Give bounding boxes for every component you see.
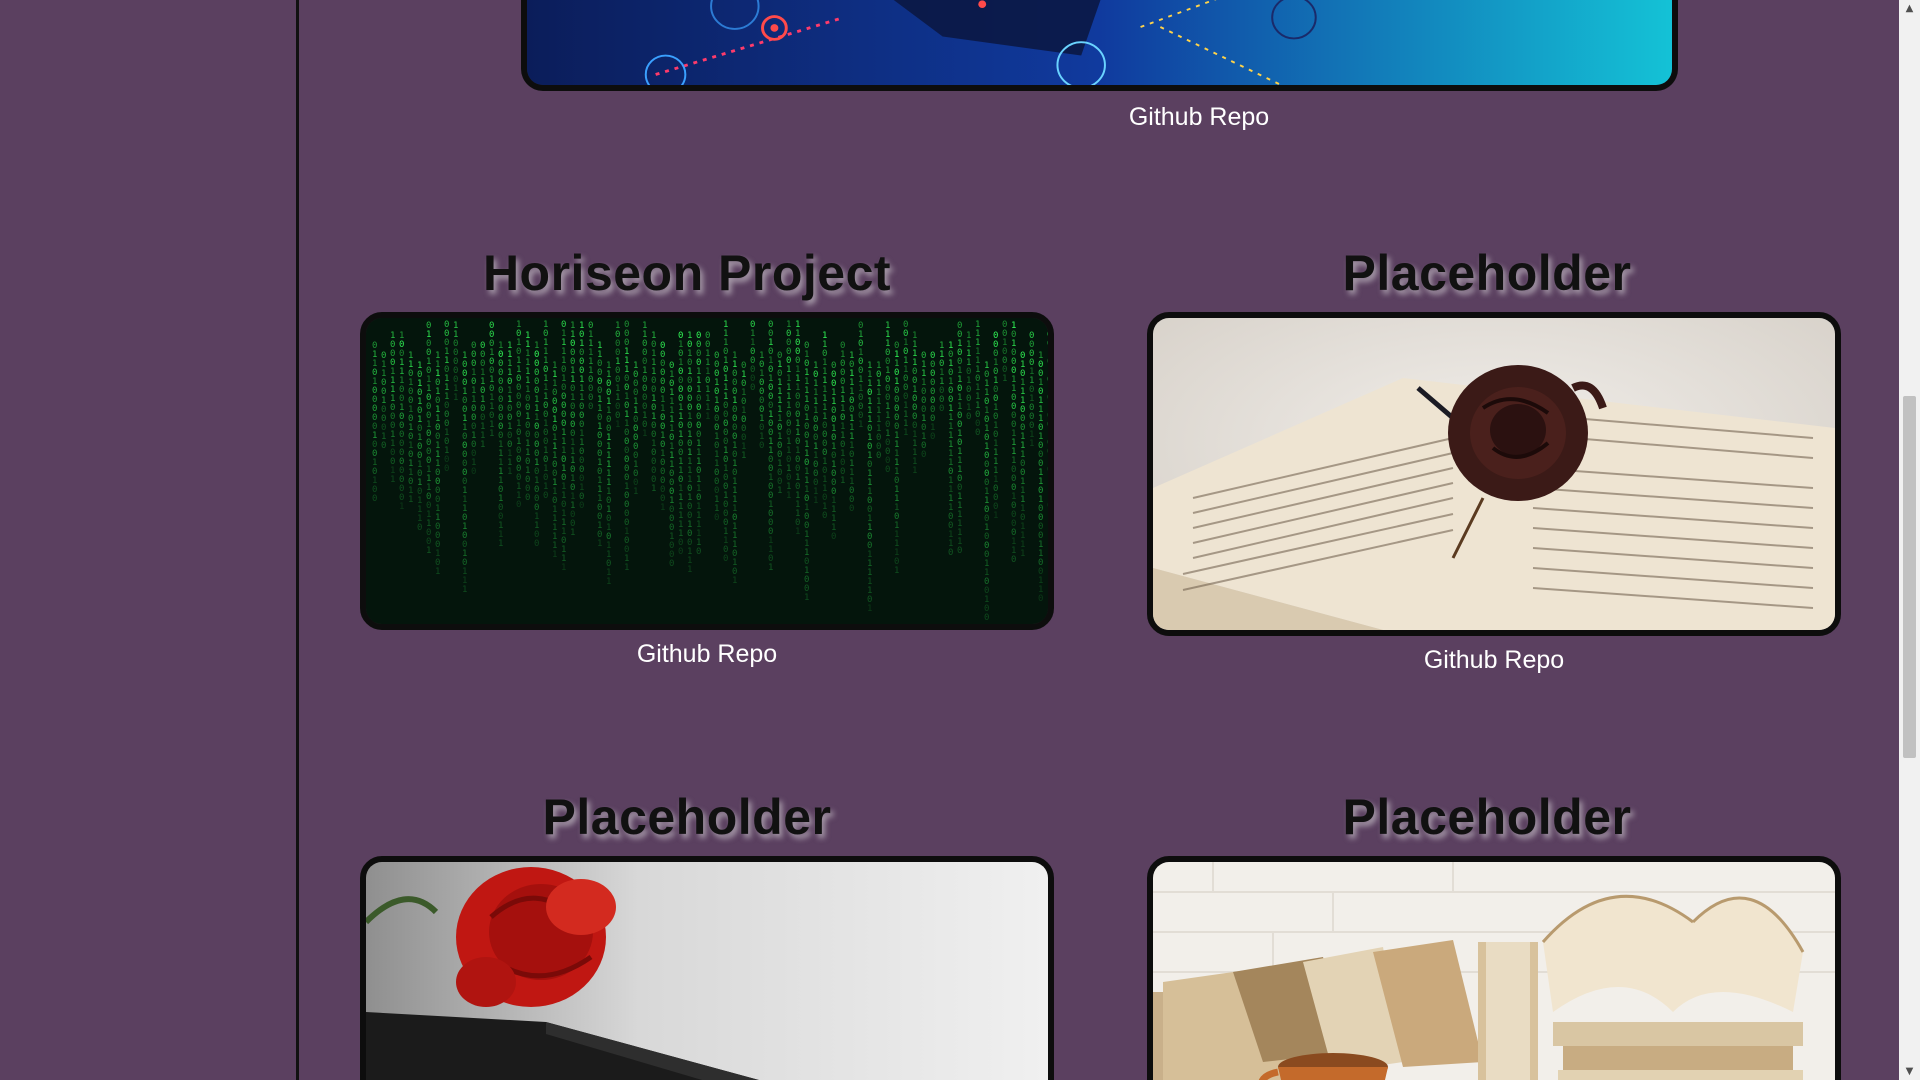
svg-text:1: 1	[687, 565, 692, 575]
svg-text:0: 0	[921, 450, 926, 460]
svg-text:0: 0	[678, 547, 683, 557]
svg-text:1: 1	[894, 566, 899, 576]
svg-text:0: 0	[831, 532, 836, 542]
svg-text:0: 0	[750, 383, 755, 393]
svg-text:1: 1	[651, 484, 656, 494]
svg-text:1: 1	[435, 567, 440, 577]
svg-text:1: 1	[732, 576, 737, 586]
project-title: Horiseon Project	[482, 245, 892, 301]
project-title: Placeholder	[1342, 245, 1632, 301]
svg-text:1: 1	[786, 491, 791, 501]
svg-text:1: 1	[489, 429, 494, 439]
github-repo-link[interactable]: Github Repo	[1099, 103, 1299, 132]
svg-text:1: 1	[804, 593, 809, 603]
sidebar	[0, 0, 299, 1080]
svg-text:1: 1	[624, 563, 629, 573]
svg-text:1: 1	[480, 440, 485, 450]
svg-text:0: 0	[669, 559, 674, 569]
project-image-dried-rose	[1147, 312, 1841, 636]
svg-text:0: 0	[579, 501, 584, 511]
svg-text:1: 1	[453, 393, 458, 403]
svg-text:0: 0	[723, 554, 728, 564]
svg-text:0: 0	[534, 539, 539, 549]
svg-text:1: 1	[1029, 439, 1034, 449]
svg-text:0: 0	[516, 500, 521, 510]
svg-text:0: 0	[372, 494, 377, 504]
svg-text:1: 1	[993, 511, 998, 521]
svg-text:0: 0	[525, 493, 530, 503]
svg-text:0: 0	[417, 523, 422, 533]
svg-text:0: 0	[939, 404, 944, 414]
project-image-tech	[521, 0, 1678, 91]
svg-text:1: 1	[660, 503, 665, 513]
svg-text:1: 1	[912, 466, 917, 476]
svg-text:1: 1	[777, 486, 782, 496]
svg-text:0: 0	[849, 504, 854, 514]
scroll-thumb[interactable]	[1903, 396, 1916, 758]
svg-text:1: 1	[768, 563, 773, 573]
svg-text:1: 1	[399, 502, 404, 512]
svg-text:0: 0	[381, 441, 386, 451]
svg-text:1: 1	[1047, 510, 1048, 520]
svg-text:1: 1	[903, 428, 908, 438]
svg-text:0: 0	[966, 412, 971, 422]
github-repo-link[interactable]: Github Repo	[1394, 646, 1594, 675]
svg-text:0: 0	[759, 441, 764, 451]
svg-text:1: 1	[552, 550, 557, 560]
svg-text:0: 0	[543, 491, 548, 501]
svg-text:1: 1	[1002, 374, 1007, 384]
svg-text:1: 1	[633, 487, 638, 497]
svg-text:0: 0	[588, 402, 593, 412]
svg-text:0: 0	[1038, 594, 1043, 604]
arrow-up-icon[interactable]: ▲	[1899, 0, 1920, 17]
svg-text:0: 0	[696, 547, 701, 557]
svg-text:1: 1	[642, 429, 647, 439]
svg-text:1: 1	[507, 467, 512, 477]
svg-text:1: 1	[858, 420, 863, 430]
svg-text:1: 1	[597, 539, 602, 549]
svg-text:1: 1	[813, 496, 818, 506]
svg-text:1: 1	[462, 585, 467, 595]
svg-text:1: 1	[606, 577, 611, 587]
svg-text:1: 1	[570, 528, 575, 538]
portfolio-main: Github Repo Horiseon Project 01101000001…	[302, 0, 1899, 1080]
svg-text:0: 0	[975, 428, 980, 438]
svg-text:0: 0	[957, 546, 962, 556]
project-image-red-rose	[360, 856, 1054, 1080]
svg-text:0: 0	[885, 465, 890, 475]
svg-text:1: 1	[426, 546, 431, 556]
vertical-scrollbar[interactable]: ▲ ▼	[1899, 0, 1920, 1080]
svg-text:1: 1	[840, 476, 845, 486]
arrow-down-icon[interactable]: ▼	[1899, 1063, 1920, 1080]
svg-text:1: 1	[561, 563, 566, 573]
svg-text:1: 1	[867, 604, 872, 614]
project-title: Placeholder	[1342, 789, 1632, 845]
github-repo-link[interactable]: Github Repo	[607, 640, 807, 669]
svg-text:0: 0	[930, 432, 935, 442]
svg-text:0: 0	[822, 511, 827, 521]
svg-text:0: 0	[1011, 555, 1016, 565]
svg-text:1: 1	[408, 495, 413, 505]
svg-text:0: 0	[948, 548, 953, 558]
svg-text:0: 0	[714, 513, 719, 523]
svg-text:1: 1	[795, 527, 800, 537]
project-image-matrix: 0110100000100101000110010001010001111000…	[360, 312, 1054, 630]
svg-text:0: 0	[984, 613, 989, 623]
svg-text:0: 0	[876, 451, 881, 461]
svg-text:1: 1	[498, 539, 503, 549]
svg-text:1: 1	[741, 451, 746, 461]
svg-text:1: 1	[615, 420, 620, 430]
svg-text:1: 1	[1020, 549, 1025, 559]
svg-text:1: 1	[705, 412, 710, 422]
svg-text:1: 1	[390, 475, 395, 485]
svg-text:0: 0	[471, 467, 476, 477]
project-title: Placeholder	[542, 789, 832, 845]
project-image-books-coffee	[1147, 856, 1841, 1080]
svg-text:0: 0	[444, 464, 449, 474]
